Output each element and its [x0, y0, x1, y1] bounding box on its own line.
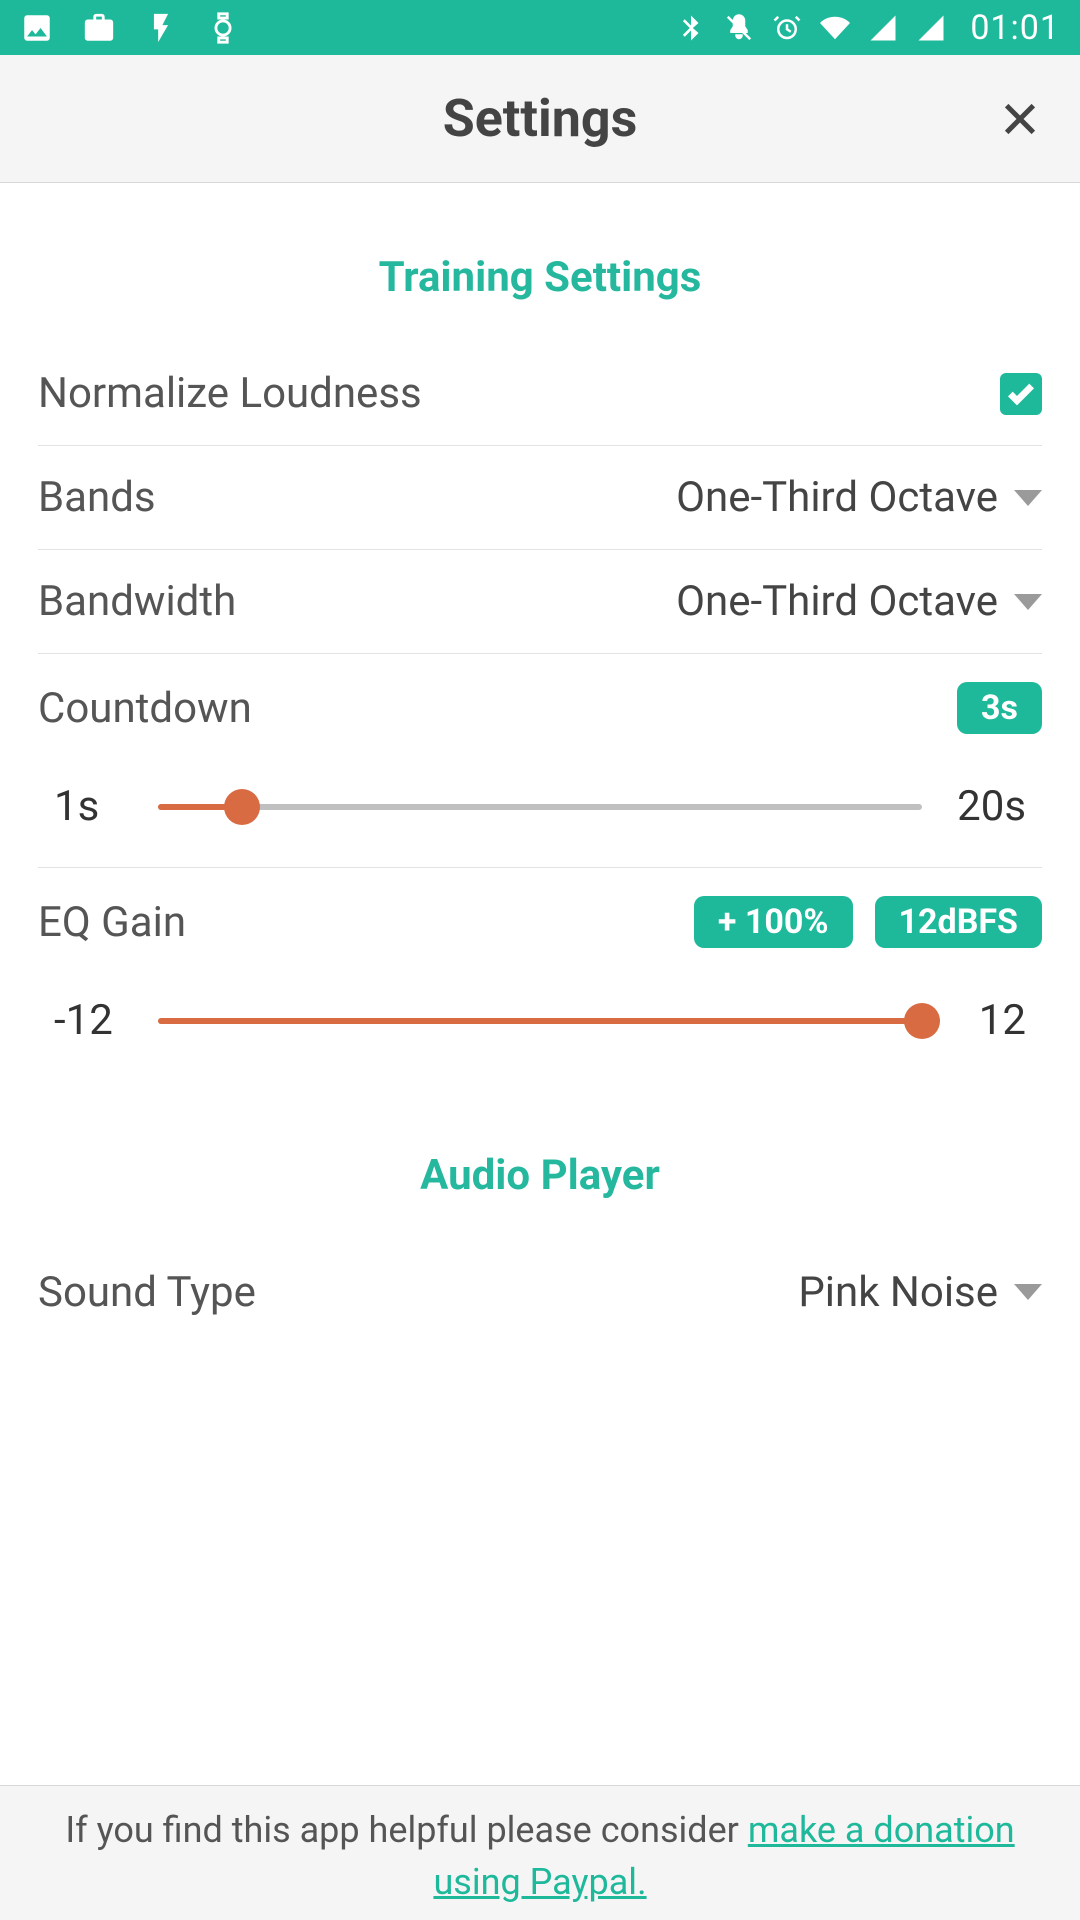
row-normalize-loudness[interactable]: Normalize Loudness	[38, 342, 1042, 446]
alarm-icon	[772, 13, 802, 43]
countdown-min-label: 1s	[54, 782, 134, 831]
watch-icon	[206, 11, 240, 45]
countdown-label: Countdown	[38, 684, 957, 733]
chevron-down-icon	[1014, 1284, 1042, 1300]
bands-value: One-Third Octave	[676, 473, 998, 522]
bandwidth-dropdown[interactable]: One-Third Octave	[676, 577, 1042, 626]
eqgain-slider-thumb[interactable]	[904, 1003, 940, 1039]
briefcase-icon	[82, 11, 116, 45]
mute-icon	[724, 13, 754, 43]
image-icon	[20, 11, 54, 45]
countdown-max-label: 20s	[946, 782, 1026, 831]
countdown-slider-thumb[interactable]	[224, 789, 260, 825]
footer-prefix: If you find this app helpful please cons…	[65, 1809, 747, 1851]
chevron-down-icon	[1014, 594, 1042, 610]
row-bands[interactable]: Bands One-Third Octave	[38, 446, 1042, 550]
row-bandwidth[interactable]: Bandwidth One-Third Octave	[38, 550, 1042, 654]
lightning-icon	[144, 11, 178, 45]
row-sound-type[interactable]: Sound Type Pink Noise	[38, 1240, 1042, 1344]
bandwidth-value: One-Third Octave	[676, 577, 998, 626]
signal-icon-2	[916, 13, 946, 43]
close-icon	[1000, 99, 1040, 139]
section-title-training: Training Settings	[38, 253, 1042, 302]
bands-dropdown[interactable]: One-Third Octave	[676, 473, 1042, 522]
close-button[interactable]	[1000, 99, 1040, 139]
chevron-down-icon	[1014, 490, 1042, 506]
signal-icon	[868, 13, 898, 43]
countdown-slider[interactable]	[158, 804, 922, 810]
bands-label: Bands	[38, 473, 676, 522]
status-left-icons	[20, 11, 240, 45]
normalize-checkbox[interactable]	[1000, 373, 1042, 415]
eqgain-label: EQ Gain	[38, 898, 694, 947]
wifi-icon	[820, 13, 850, 43]
eqgain-badge-dbfs: 12dBFS	[875, 896, 1042, 948]
clock-text: 01:01	[970, 8, 1060, 48]
status-right-icons: 01:01	[676, 8, 1060, 48]
section-title-audio: Audio Player	[38, 1151, 1042, 1200]
check-icon	[1005, 378, 1037, 410]
status-bar: 01:01	[0, 0, 1080, 55]
eqgain-slider[interactable]	[158, 1018, 922, 1024]
row-countdown: Countdown 3s 1s 20s	[38, 654, 1042, 868]
eqgain-max-label: 12	[946, 996, 1026, 1045]
settings-content: Training Settings Normalize Loudness Ban…	[0, 183, 1080, 1785]
sound-type-dropdown[interactable]: Pink Noise	[798, 1268, 1042, 1317]
eqgain-min-label: -12	[54, 996, 134, 1045]
sound-type-label: Sound Type	[38, 1268, 798, 1317]
eqgain-slider-fill	[158, 1018, 922, 1024]
countdown-badge: 3s	[957, 682, 1042, 734]
bandwidth-label: Bandwidth	[38, 577, 676, 626]
eqgain-badge-percent: + 100%	[694, 896, 853, 948]
row-eq-gain: EQ Gain + 100% 12dBFS -12 12	[38, 868, 1042, 1081]
page-title: Settings	[0, 88, 1080, 149]
bluetooth-icon	[676, 13, 706, 43]
normalize-label: Normalize Loudness	[38, 369, 1000, 418]
app-header: Settings	[0, 55, 1080, 183]
donation-footer: If you find this app helpful please cons…	[0, 1785, 1080, 1920]
sound-type-value: Pink Noise	[798, 1268, 998, 1317]
